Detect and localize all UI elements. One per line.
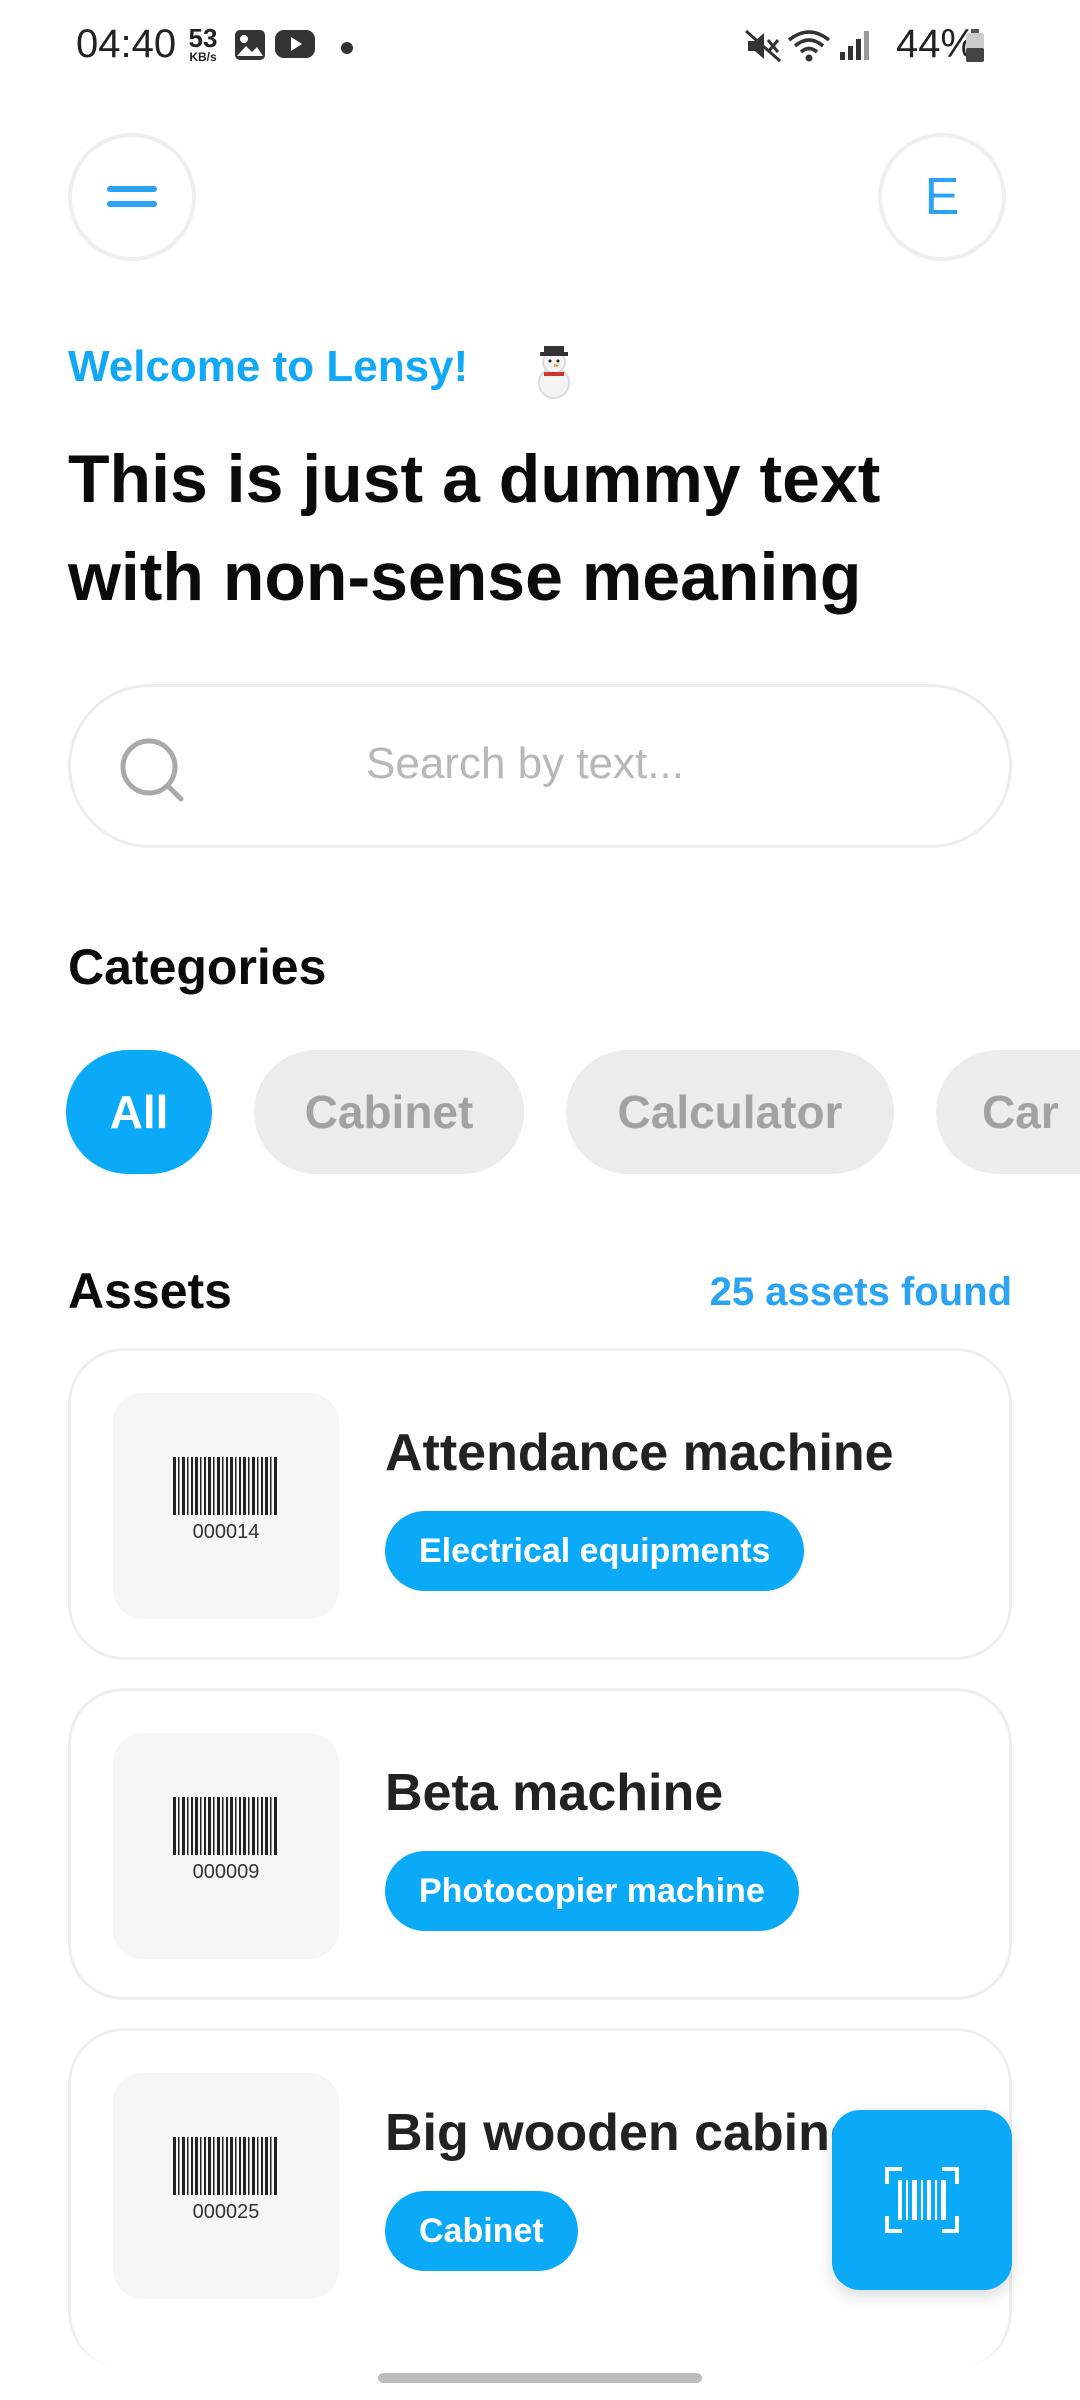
category-chip-all[interactable]: All [66, 1050, 212, 1174]
asset-category-tag: Cabinet [385, 2191, 578, 2271]
asset-card[interactable]: 000014 Attendance machine Electrical equ… [68, 1348, 1012, 1660]
network-speed-value: 53 [188, 23, 218, 53]
menu-button[interactable] [68, 133, 196, 261]
search-icon [120, 738, 184, 802]
category-chip-calculator[interactable]: Calculator [566, 1050, 894, 1174]
network-speed-unit: KB/s [189, 50, 217, 64]
mute-icon [745, 29, 781, 63]
barcode-scan-icon [885, 2167, 959, 2233]
wifi-icon [787, 30, 831, 62]
status-bar: 04:40 53 KB/s 44% [0, 0, 1080, 92]
asset-code: 000025 [192, 2201, 260, 2223]
asset-thumbnail: 000025 [113, 2073, 339, 2299]
snowman-icon [538, 346, 570, 399]
search-placeholder: Search by text... [366, 739, 684, 788]
assets-count: 25 assets found [709, 1270, 1012, 1314]
headline: This is just a dummy text with non-sense… [68, 441, 881, 615]
network-speed: 53 KB/s [183, 25, 223, 63]
categories-title: Categories [68, 939, 327, 995]
home-indicator[interactable] [378, 2373, 702, 2383]
asset-name: Big wooden cabinet [385, 2104, 877, 2162]
hamburger-icon [107, 186, 157, 207]
asset-name: Attendance machine [385, 1424, 894, 1482]
asset-code: 000014 [192, 1521, 260, 1543]
category-chip-cabinet[interactable]: Cabinet [254, 1050, 524, 1174]
asset-category-tag: Photocopier machine [385, 1851, 799, 1931]
welcome-text: Welcome to Lensy! [68, 342, 469, 391]
status-time: 04:40 [76, 22, 177, 66]
asset-card[interactable]: 000009 Beta machine Photocopier machine [68, 1688, 1012, 2000]
notification-dot-icon [341, 42, 353, 54]
barcode-icon [173, 1797, 277, 1855]
asset-name: Beta machine [385, 1764, 724, 1822]
gallery-icon [235, 30, 265, 60]
youtube-icon [275, 30, 315, 58]
search-input[interactable]: Search by text... [68, 684, 1012, 848]
battery-icon [966, 29, 984, 62]
scan-barcode-button[interactable] [832, 2110, 1012, 2290]
assets-title: Assets [68, 1263, 232, 1319]
asset-thumbnail: 000009 [113, 1733, 339, 1959]
category-chip-car[interactable]: Car [936, 1050, 1080, 1174]
signal-icon [840, 31, 869, 60]
avatar-initial: E [924, 168, 960, 226]
avatar[interactable]: E [878, 133, 1006, 261]
category-chips: All Cabinet Calculator Car [0, 1050, 1080, 1176]
asset-thumbnail: 000014 [113, 1393, 339, 1619]
barcode-icon [173, 1457, 277, 1515]
asset-category-tag: Electrical equipments [385, 1511, 805, 1591]
asset-code: 000009 [192, 1861, 260, 1883]
barcode-icon [173, 2137, 277, 2195]
